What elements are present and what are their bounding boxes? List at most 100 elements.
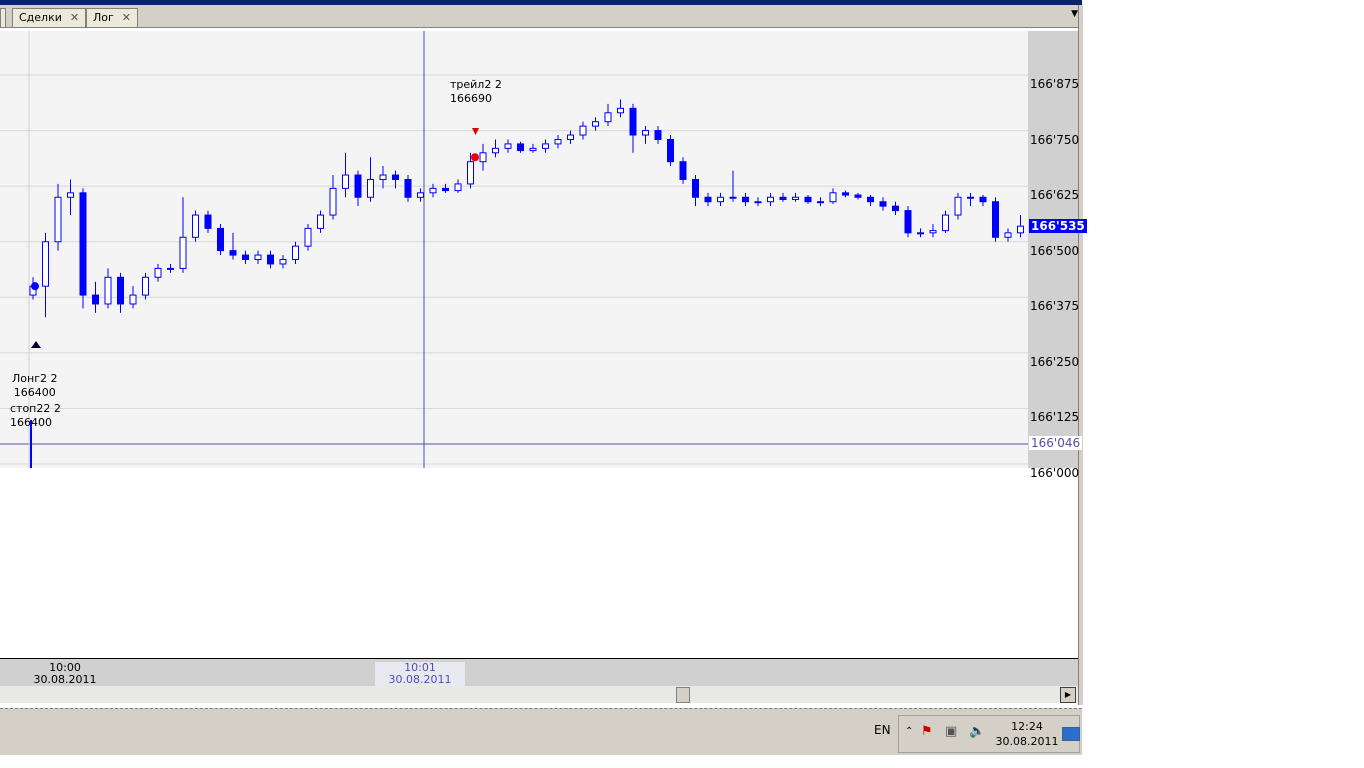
candle-body bbox=[454, 183, 462, 192]
candle-body bbox=[367, 178, 374, 198]
candle-body bbox=[904, 210, 912, 234]
candle-body bbox=[67, 192, 74, 198]
candle-body bbox=[754, 201, 762, 204]
candle-body bbox=[167, 267, 174, 270]
candle-body bbox=[892, 205, 899, 212]
candle-body bbox=[104, 276, 112, 305]
candle-body bbox=[954, 196, 962, 216]
candle-body bbox=[829, 192, 837, 203]
horizontal-scrollbar[interactable]: ▶ bbox=[0, 686, 1078, 703]
annotation-name: стоп22 2 bbox=[10, 402, 61, 415]
annotation-price: 166400 bbox=[10, 416, 52, 429]
price-tick-label: 166'250 bbox=[1030, 354, 1080, 369]
clock[interactable]: 12:24 30.08.2011 bbox=[995, 719, 1059, 749]
candle-body bbox=[667, 138, 674, 163]
candle-body bbox=[554, 138, 562, 145]
candle-body bbox=[917, 232, 924, 235]
candle-body bbox=[129, 294, 137, 305]
language-indicator[interactable]: EN bbox=[874, 723, 891, 737]
chart-plot bbox=[0, 31, 1028, 468]
long-entry-marker bbox=[31, 282, 39, 291]
annotation-name: Лонг2 2 bbox=[12, 372, 58, 385]
candle-body bbox=[529, 147, 537, 152]
scrollbar-thumb[interactable] bbox=[676, 687, 690, 703]
system-tray: ⌃ ⚑ ▣ 🔈 12:24 30.08.2011 bbox=[898, 715, 1080, 753]
taskbar: EN ⌃ ⚑ ▣ 🔈 12:24 30.08.2011 bbox=[0, 708, 1082, 755]
current-price-label: 166'535 bbox=[1029, 219, 1087, 233]
candle-body bbox=[117, 276, 124, 305]
time-label-cursor: 10:01 30.08.2011 bbox=[375, 662, 465, 686]
candle-body bbox=[354, 174, 362, 198]
candle-body bbox=[979, 196, 987, 203]
candle-body bbox=[254, 254, 262, 261]
candle-body bbox=[967, 196, 974, 199]
candle-body bbox=[617, 107, 624, 114]
candle-body bbox=[792, 196, 799, 200]
candle-body bbox=[717, 196, 724, 203]
candle-body bbox=[292, 245, 299, 261]
long-annotation: Лонг2 2 166400 bbox=[12, 372, 57, 400]
candle-body bbox=[804, 196, 812, 203]
annotation-price: 166690 bbox=[450, 92, 492, 105]
network-icon[interactable]: ▣ bbox=[945, 724, 957, 739]
candle-body bbox=[579, 125, 587, 136]
candle-body bbox=[779, 196, 787, 200]
buy-arrow-icon bbox=[31, 341, 41, 348]
price-tick-label: 166'750 bbox=[1030, 132, 1080, 147]
candle-body bbox=[329, 187, 337, 216]
price-tick-label: 166'875 bbox=[1030, 77, 1080, 91]
candle-body bbox=[879, 201, 887, 207]
candle-body bbox=[854, 194, 862, 198]
candle-body bbox=[242, 254, 249, 261]
price-tick-label: 166'375 bbox=[1030, 299, 1080, 314]
candle-body bbox=[604, 112, 612, 123]
candle-body bbox=[317, 214, 324, 229]
candle-body bbox=[429, 187, 437, 194]
level-price-label: 166'046 bbox=[1029, 436, 1083, 450]
candle-body bbox=[267, 254, 274, 265]
candle-body bbox=[679, 161, 687, 180]
candle-body bbox=[279, 259, 287, 265]
trail-exit-marker bbox=[471, 153, 479, 162]
candle-body bbox=[767, 196, 774, 203]
show-desktop-icon[interactable] bbox=[1062, 727, 1080, 741]
candle-body bbox=[504, 143, 512, 149]
scroll-right-arrow-icon[interactable]: ▶ bbox=[1060, 687, 1076, 703]
candle-body bbox=[654, 130, 662, 140]
candle-body bbox=[304, 227, 312, 247]
candle-body bbox=[229, 250, 237, 256]
price-tick-label: 166'125 bbox=[1030, 410, 1080, 425]
candle-body bbox=[842, 192, 849, 196]
candle-body bbox=[517, 143, 524, 152]
candle-body bbox=[479, 152, 487, 163]
candle-body bbox=[729, 196, 737, 199]
price-tick-label: 166'500 bbox=[1030, 243, 1080, 258]
trail-annotation: трейл2 2 166690 bbox=[450, 78, 502, 106]
candle-body bbox=[204, 214, 212, 229]
volume-icon[interactable]: 🔈 bbox=[969, 724, 985, 739]
time-axis[interactable]: 10:00 30.08.2011 10:01 30.08.2011 bbox=[0, 658, 1078, 687]
candle-body bbox=[942, 214, 949, 232]
candle-body bbox=[217, 227, 224, 252]
candle-body bbox=[1017, 225, 1024, 234]
annotation-price: 166400 bbox=[13, 386, 56, 399]
candle-body bbox=[154, 267, 162, 278]
candle-body bbox=[79, 192, 87, 296]
candle-body bbox=[567, 134, 574, 140]
candle-body bbox=[742, 196, 749, 203]
candle-body bbox=[42, 241, 49, 287]
candle-body bbox=[417, 192, 424, 198]
candle-body bbox=[442, 187, 449, 192]
action-center-flag-icon[interactable]: ⚑ bbox=[921, 724, 933, 739]
candle-body bbox=[404, 178, 412, 198]
candle-body bbox=[54, 196, 62, 243]
candle-body bbox=[179, 236, 187, 269]
show-hidden-icons-icon[interactable]: ⌃ bbox=[905, 726, 913, 737]
candle-body bbox=[1004, 232, 1012, 238]
candle-body bbox=[992, 201, 999, 238]
candle-body bbox=[392, 174, 399, 180]
time-label: 10:00 30.08.2011 bbox=[33, 661, 97, 686]
candle-body bbox=[192, 214, 199, 238]
candle-body bbox=[704, 196, 712, 203]
candle-body bbox=[929, 230, 937, 234]
